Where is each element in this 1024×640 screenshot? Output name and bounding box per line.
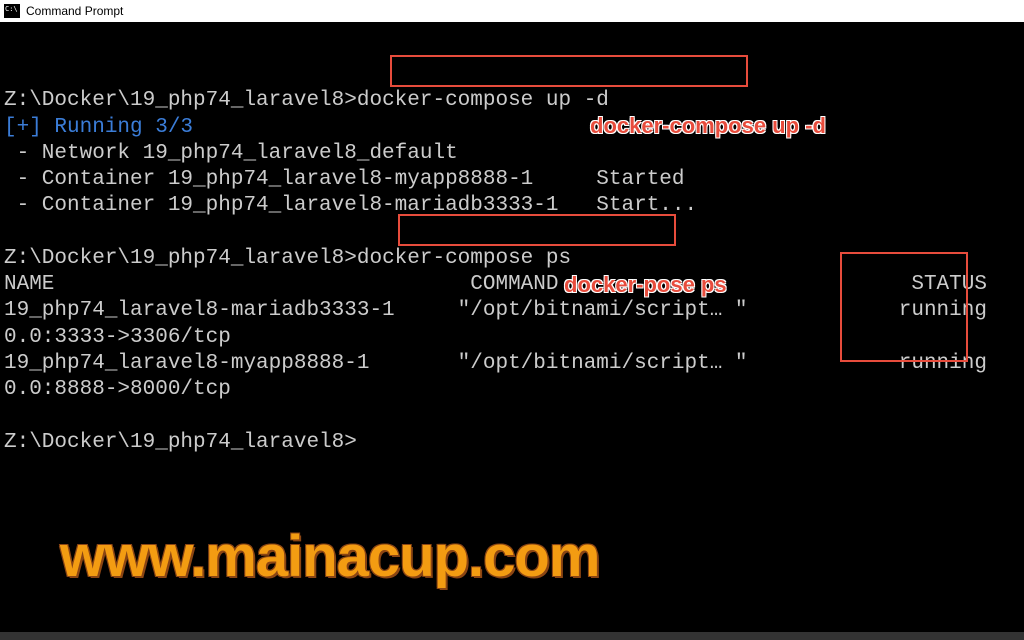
- command-2: docker-compose ps: [357, 247, 571, 270]
- annotation-2: docker-pose ps: [564, 272, 727, 298]
- watermark: www.mainacup.com: [60, 523, 599, 590]
- prompt-path-1: Z:\Docker\19_php74_laravel8>: [4, 89, 357, 112]
- bottom-border: [0, 632, 1024, 640]
- highlight-box-status: [840, 252, 968, 362]
- window-titlebar: Command Prompt: [0, 0, 1024, 22]
- highlight-box-cmd1: [390, 55, 748, 87]
- window-title: Command Prompt: [26, 4, 123, 18]
- prompt-path-2: Z:\Docker\19_php74_laravel8>: [4, 247, 357, 270]
- ps-row-2b: 0.0:8888->8000/tcp: [4, 378, 231, 401]
- running-text: Running 3/3: [42, 116, 193, 139]
- annotation-1: docker-compose up -d: [590, 113, 826, 139]
- cmd-icon: [4, 4, 20, 18]
- highlight-box-cmd2: [398, 214, 676, 246]
- ps-row-1b: 0.0:3333->3306/tcp: [4, 326, 231, 349]
- command-1: docker-compose up -d: [357, 89, 609, 112]
- prompt-path-3: Z:\Docker\19_php74_laravel8>: [4, 431, 357, 454]
- output-container-1: - Container 19_php74_laravel8-myapp8888-…: [4, 168, 685, 191]
- output-network: - Network 19_php74_laravel8_default: [4, 142, 458, 165]
- running-prefix: [+]: [4, 116, 42, 139]
